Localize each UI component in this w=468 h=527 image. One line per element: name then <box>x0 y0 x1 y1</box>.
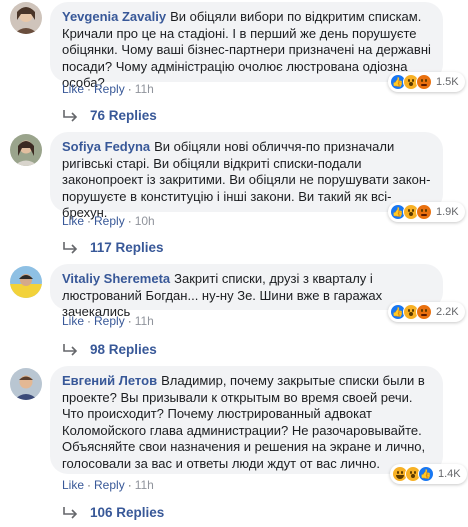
like-button[interactable]: Like <box>62 82 84 96</box>
like-icon: 👍 <box>418 466 434 482</box>
comment-actions: Like · Reply · 11h <box>62 478 154 492</box>
comment-author[interactable]: Евгений Летов <box>62 373 157 388</box>
reaction-summary[interactable]: 👍 1.4K <box>390 464 467 484</box>
reaction-count: 1.4K <box>438 468 461 480</box>
comment-bubble: Yevgenia Zavaliy Ви обіцяли вибори по від… <box>50 2 443 90</box>
reply-arrow-icon <box>63 109 78 122</box>
avatar[interactable] <box>10 266 42 298</box>
avatar[interactable] <box>10 134 42 166</box>
reply-arrow-icon <box>63 343 78 356</box>
angry-icon <box>416 304 432 320</box>
reaction-count: 2.2K <box>436 306 459 318</box>
view-replies-link[interactable]: 106 Replies <box>62 505 164 520</box>
avatar[interactable] <box>10 368 42 400</box>
angry-icon <box>416 74 432 90</box>
comment-actions: Like · Reply · 11h <box>62 314 154 328</box>
reply-arrow-icon <box>63 506 78 519</box>
comment-bubble: Sofiya Fedyna Ви обіцяли нові обличчя-по … <box>50 132 443 220</box>
like-button[interactable]: Like <box>62 214 84 228</box>
comment-actions: Like · Reply · 10h <box>62 214 155 228</box>
comment-author[interactable]: Vitaliy Sheremeta <box>62 271 170 286</box>
reaction-summary[interactable]: 👍 1.9K <box>388 202 465 222</box>
avatar[interactable] <box>10 2 42 34</box>
comment-bubble: Евгений Летов Владимир, почему закрытые с… <box>50 366 443 474</box>
angry-icon <box>416 204 432 220</box>
replies-count: 106 Replies <box>90 505 165 520</box>
replies-count: 98 Replies <box>90 342 157 357</box>
view-replies-link[interactable]: 117 Replies <box>62 240 164 255</box>
reaction-count: 1.5K <box>436 76 459 88</box>
reply-arrow-icon <box>63 241 78 254</box>
comment-time[interactable]: 10h <box>135 214 155 228</box>
like-button[interactable]: Like <box>62 314 84 328</box>
comment-author[interactable]: Yevgenia Zavaliy <box>62 9 166 24</box>
reply-button[interactable]: Reply <box>94 82 125 96</box>
comment-actions: Like · Reply · 11h <box>62 82 154 96</box>
view-replies-link[interactable]: 98 Replies <box>62 342 157 357</box>
view-replies-link[interactable]: 76 Replies <box>62 108 157 123</box>
comment-bubble: Vitaliy Sheremeta Закриті списки, друзі з… <box>50 264 443 319</box>
comment-time[interactable]: 11h <box>135 82 154 96</box>
reply-button[interactable]: Reply <box>94 478 125 492</box>
reply-button[interactable]: Reply <box>94 314 125 328</box>
reply-button[interactable]: Reply <box>94 214 125 228</box>
comment-time[interactable]: 11h <box>135 314 154 328</box>
like-button[interactable]: Like <box>62 478 84 492</box>
reaction-count: 1.9K <box>436 206 459 218</box>
comment-time[interactable]: 11h <box>135 478 154 492</box>
reaction-summary[interactable]: 👍 1.5K <box>388 72 465 92</box>
reaction-summary[interactable]: 👍 2.2K <box>388 302 465 322</box>
replies-count: 76 Replies <box>90 108 157 123</box>
comment-author[interactable]: Sofiya Fedyna <box>62 139 150 154</box>
replies-count: 117 Replies <box>90 240 164 255</box>
